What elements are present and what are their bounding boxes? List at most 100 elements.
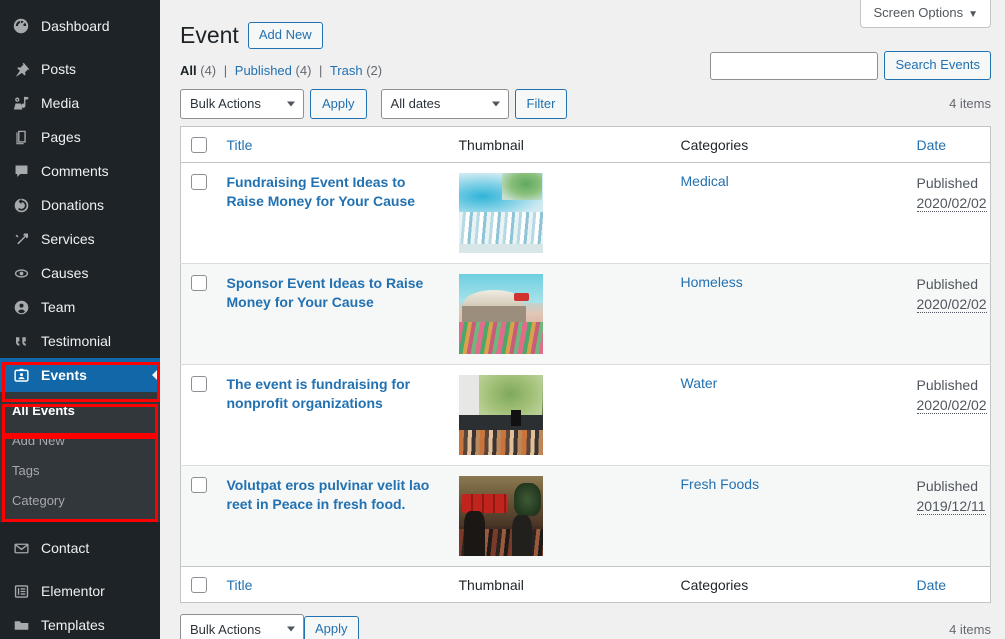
row-checkbox[interactable]	[191, 376, 207, 393]
category-link[interactable]: Medical	[681, 173, 729, 189]
row-title-link[interactable]: The event is fundraising for nonprofit o…	[227, 375, 439, 413]
row-categories-cell: Homeless	[670, 263, 907, 365]
elementor-icon	[10, 581, 32, 601]
submenu-item-all-events[interactable]: All Events	[0, 396, 160, 426]
events-icon	[10, 365, 32, 385]
row-checkbox[interactable]	[191, 174, 207, 191]
row-status: Published	[916, 175, 979, 192]
category-link[interactable]: Water	[681, 375, 718, 391]
sidebar-item-label: Services	[41, 231, 95, 247]
wordpress-admin-screen: Dashboard Posts Media Pages Comments Don…	[0, 0, 1005, 639]
envelope-icon	[10, 538, 32, 558]
row-title-link[interactable]: Volutpat eros pulvinar velit lao reet in…	[227, 476, 439, 514]
search-input[interactable]	[710, 51, 879, 80]
apply-button-bottom[interactable]: Apply	[304, 615, 359, 639]
bulk-actions-value: Bulk Actions	[190, 96, 261, 112]
column-header-categories: Categories	[670, 126, 907, 164]
thumb-layer-mask	[513, 482, 541, 517]
bulk-actions-select-bottom[interactable]: Bulk Actions	[180, 614, 304, 639]
column-header-title[interactable]: Title	[216, 126, 449, 164]
comments-icon	[10, 161, 32, 181]
sidebar-item-media[interactable]: Media	[0, 86, 160, 120]
filter-divider: |	[319, 62, 323, 78]
sidebar-item-services[interactable]: Services	[0, 222, 160, 256]
row-checkbox[interactable]	[191, 275, 207, 292]
table-head: Title Thumbnail Categories Date	[180, 126, 991, 164]
sidebar-item-templates[interactable]: Templates	[0, 608, 160, 639]
sidebar-item-label: Team	[41, 299, 76, 315]
apply-button-top[interactable]: Apply	[310, 88, 367, 119]
row-status: Published	[916, 276, 979, 293]
search-box: Search Events	[710, 51, 991, 80]
row-thumbnail-cell	[448, 263, 671, 365]
category-link[interactable]: Fresh Foods	[681, 476, 760, 492]
row-checkbox[interactable]	[191, 477, 207, 494]
column-header-thumbnail: Thumbnail	[448, 126, 671, 164]
sidebar-item-label: Elementor	[41, 583, 105, 599]
row-date: 2020/02/02	[916, 296, 987, 314]
filter-link-all[interactable]: All	[180, 63, 197, 78]
row-date-cell: Published 2019/12/11	[906, 465, 991, 567]
bulk-actions-select-top[interactable]: Bulk Actions	[180, 88, 304, 119]
submenu-item-tags[interactable]: Tags	[0, 456, 160, 486]
row-checkbox-cell	[180, 465, 217, 567]
filter-button[interactable]: Filter	[514, 88, 568, 119]
sidebar-item-label: Events	[41, 367, 87, 383]
row-thumbnail-cell	[448, 465, 671, 567]
sidebar-item-team[interactable]: Team	[0, 290, 160, 324]
table-header-row: Title Thumbnail Categories Date	[180, 126, 991, 164]
row-title-cell: The event is fundraising for nonprofit o…	[216, 364, 449, 466]
screen-options-button[interactable]: Screen Options ▼	[860, 0, 991, 28]
sidebar-item-label: Templates	[41, 617, 105, 633]
column-header-date[interactable]: Date	[906, 126, 991, 164]
search-events-button[interactable]: Search Events	[884, 51, 991, 80]
row-title-cell: Fundraising Event Ideas to Raise Money f…	[217, 163, 449, 264]
row-date: 2019/12/11	[916, 498, 986, 516]
sidebar-item-events[interactable]: Events	[0, 358, 160, 392]
main-content: Screen Options ▼ Event Add New Search Eve…	[160, 0, 1005, 639]
admin-sidebar: Dashboard Posts Media Pages Comments Don…	[0, 0, 160, 639]
sidebar-item-testimonial[interactable]: Testimonial	[0, 324, 160, 358]
thumb-layer-stage	[461, 306, 526, 324]
sidebar-item-pages[interactable]: Pages	[0, 120, 160, 154]
row-checkbox-cell	[181, 163, 217, 264]
row-title-link[interactable]: Sponsor Event Ideas to Raise Money for Y…	[227, 274, 439, 312]
submenu-item-category[interactable]: Category	[0, 486, 160, 516]
filter-link-published[interactable]: Published	[235, 63, 292, 78]
current-menu-arrow-icon	[152, 367, 160, 383]
column-footer-categories: Categories	[670, 566, 907, 603]
displaying-num-top: 4 items	[949, 96, 991, 112]
sidebar-sep-1	[0, 43, 160, 52]
column-footer-title[interactable]: Title	[216, 566, 449, 603]
column-footer-date[interactable]: Date	[906, 566, 991, 603]
dashboard-icon	[10, 16, 32, 36]
sidebar-item-comments[interactable]: Comments	[0, 154, 160, 188]
date-filter-select[interactable]: All dates	[380, 88, 509, 119]
row-title-link[interactable]: Fundraising Event Ideas to Raise Money f…	[227, 173, 439, 211]
sidebar-item-elementor[interactable]: Elementor	[0, 574, 160, 608]
services-icon	[10, 229, 32, 249]
submenu-item-add-new[interactable]: Add New	[0, 426, 160, 456]
table-row: Volutpat eros pulvinar velit lao reet in…	[180, 465, 991, 567]
thumb-layer-road	[458, 243, 543, 254]
sidebar-item-donations[interactable]: Donations	[0, 188, 160, 222]
sidebar-item-label: Comments	[41, 163, 109, 179]
sidebar-item-contact[interactable]: Contact	[0, 531, 160, 565]
select-all-checkbox-bottom[interactable]	[191, 577, 207, 594]
category-link[interactable]: Homeless	[681, 274, 743, 290]
tablenav-top: Bulk Actions Apply All dates Filter 4 it…	[180, 88, 991, 120]
chevron-down-icon	[287, 101, 295, 107]
sidebar-item-label: Donations	[41, 197, 105, 213]
add-new-button[interactable]: Add New	[247, 22, 323, 50]
filter-link-trash[interactable]: Trash	[330, 63, 363, 78]
select-all-checkbox-top[interactable]	[191, 137, 207, 154]
sidebar-item-causes[interactable]: Causes	[0, 256, 160, 290]
media-icon	[10, 93, 32, 113]
sidebar-sep-3	[0, 565, 160, 574]
chevron-down-icon: ▼	[968, 9, 978, 20]
sidebar-item-dashboard[interactable]: Dashboard	[0, 9, 160, 43]
sidebar-item-posts[interactable]: Posts	[0, 52, 160, 86]
row-date-cell: Published 2020/02/02	[906, 364, 991, 466]
folder-icon	[10, 615, 32, 635]
row-categories-cell: Medical	[671, 163, 907, 264]
